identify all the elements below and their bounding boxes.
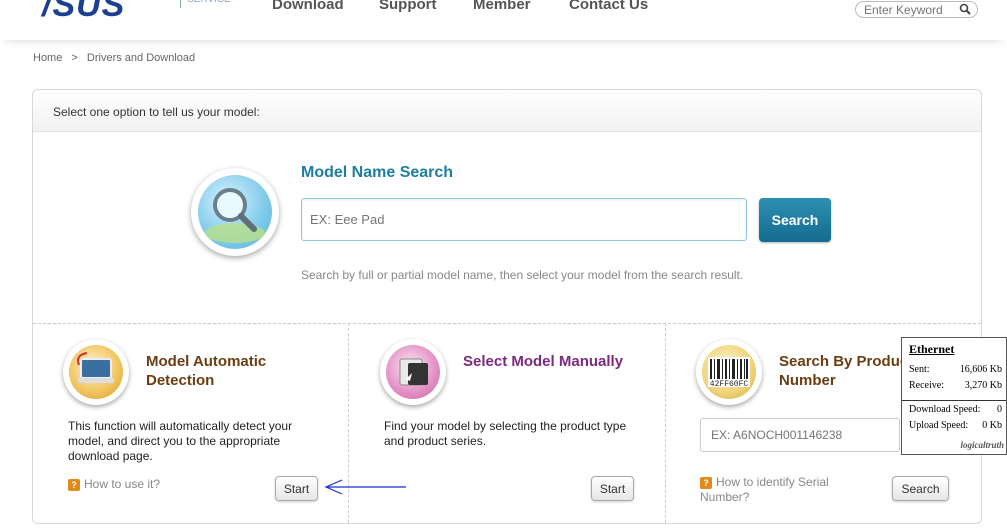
auto-detection-title-line2: Detection xyxy=(146,372,215,389)
help-icon: ? xyxy=(700,477,712,489)
receive-value: 3,270 Kb xyxy=(964,380,1002,391)
serial-number-field xyxy=(700,418,900,452)
panel-header: Select one option to tell us your model: xyxy=(33,90,981,132)
keyword-search-input[interactable] xyxy=(864,3,958,17)
serial-search-button[interactable]: Search xyxy=(892,476,949,501)
auto-detection-desc-line3: download page. xyxy=(68,449,153,463)
model-name-input[interactable] xyxy=(302,199,722,239)
tablet-select-icon xyxy=(380,339,446,405)
identify-serial-label-line1: How to identify Serial xyxy=(716,475,829,489)
model-selection-panel: Select one option to tell us your model:… xyxy=(32,89,982,524)
network-widget-title: Ethernet xyxy=(909,342,955,356)
upload-speed-label: Upload Speed: xyxy=(909,420,969,431)
breadcrumb-separator: > xyxy=(71,52,78,64)
nav-support[interactable]: Support xyxy=(379,0,437,13)
model-name-field xyxy=(301,198,747,241)
auto-detection-start-button[interactable]: Start xyxy=(275,476,318,501)
auto-detection-desc-line1: This function will automatically detect … xyxy=(68,419,293,433)
upload-speed-value: 0 Kb xyxy=(982,420,1002,431)
download-speed-label: Download Speed: xyxy=(909,404,981,415)
sent-label: Sent: xyxy=(909,364,930,375)
magnifier-icon xyxy=(191,168,279,256)
identify-serial-link[interactable]: ? How to identify Serial Number? xyxy=(700,475,829,505)
serial-search-title: Search By Produc Number xyxy=(779,352,908,390)
sent-value: 16,606 Kb xyxy=(959,364,1002,375)
auto-detection-description: This function will automatically detect … xyxy=(68,419,292,464)
site-header: /SUS SERVICE Download Support Member Con… xyxy=(0,0,1007,40)
breadcrumb-current: Drivers and Download xyxy=(86,52,196,64)
nav-member[interactable]: Member xyxy=(473,0,531,13)
how-to-use-link[interactable]: ? How to use it? xyxy=(68,477,160,492)
annotation-arrow xyxy=(324,479,406,495)
nav-contact-us[interactable]: Contact Us xyxy=(569,0,648,13)
network-widget-divider xyxy=(902,400,1006,401)
manual-select-description: Find your model by selecting the product… xyxy=(384,419,626,449)
receive-label: Receive: xyxy=(909,380,944,391)
breadcrumb: Home > Drivers and Download xyxy=(33,52,198,64)
search-icon[interactable] xyxy=(959,3,971,15)
download-speed-value: 0 xyxy=(997,404,1002,415)
widget-brand: logicaltruth xyxy=(960,440,1004,450)
auto-detection-column: Model Automatic Detection This function … xyxy=(33,323,348,523)
auto-detection-title: Model Automatic Detection xyxy=(146,352,266,390)
barcode-icon: 42FF60FC xyxy=(696,339,762,405)
manual-select-desc-line1: Find your model by selecting the product… xyxy=(384,419,627,433)
asus-logo[interactable]: /SUS xyxy=(42,0,125,25)
barcode-text: 42FF60FC xyxy=(710,380,749,389)
serial-search-title-line1: Search By Produc xyxy=(779,353,909,370)
nav-download[interactable]: Download xyxy=(272,0,344,13)
manual-select-desc-line2: and product series. xyxy=(384,434,487,448)
serial-search-title-line2: Number xyxy=(779,372,836,389)
keyword-search xyxy=(855,1,978,18)
manual-select-title: Select Model Manually xyxy=(463,353,624,370)
model-search-button[interactable]: Search xyxy=(759,198,831,242)
service-label: SERVICE xyxy=(180,0,231,8)
laptop-detect-icon xyxy=(63,339,129,405)
breadcrumb-home[interactable]: Home xyxy=(33,52,62,64)
serial-number-input[interactable] xyxy=(701,419,897,451)
manual-select-start-button[interactable]: Start xyxy=(591,476,634,501)
identify-serial-label-line2: Number? xyxy=(700,490,750,504)
auto-detection-desc-line2: model, and direct you to the appropriate xyxy=(68,434,281,448)
network-monitor-widget: Ethernet Sent: 16,606 Kb Receive: 3,270 … xyxy=(901,337,1007,455)
how-to-use-label: How to use it? xyxy=(84,477,161,491)
panel-heading: Select one option to tell us your model: xyxy=(53,105,260,119)
help-icon: ? xyxy=(68,479,80,491)
model-search-hint: Search by full or partial model name, th… xyxy=(301,268,744,282)
auto-detection-title-line1: Model Automatic xyxy=(146,353,267,370)
model-name-search-title: Model Name Search xyxy=(301,164,454,181)
